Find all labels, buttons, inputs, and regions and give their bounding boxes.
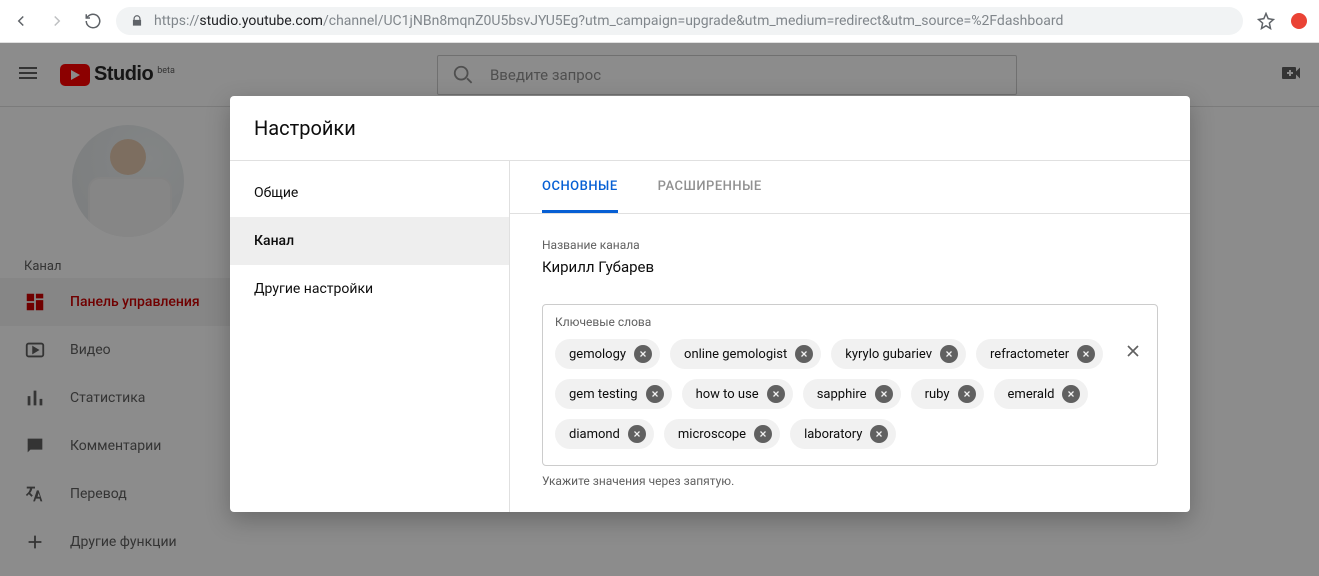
keyword-chip: emerald xyxy=(994,379,1089,409)
remove-chip-icon[interactable] xyxy=(767,385,785,403)
keyword-chip: microscope xyxy=(664,419,780,449)
keyword-chip-label: kyrylo gubariev xyxy=(845,347,932,362)
browser-toolbar: https://studio.youtube.com/channel/UC1jN… xyxy=(0,0,1319,43)
remove-chip-icon[interactable] xyxy=(754,425,772,443)
channel-name-label: Название канала xyxy=(542,238,1158,252)
keyword-chip: diamond xyxy=(555,419,654,449)
keyword-chip: gem testing xyxy=(555,379,672,409)
address-bar[interactable]: https://studio.youtube.com/channel/UC1jN… xyxy=(116,7,1243,35)
keyword-chip-label: emerald xyxy=(1008,387,1055,402)
remove-chip-icon[interactable] xyxy=(958,385,976,403)
keywords-helper: Укажите значения через запятую. xyxy=(542,474,1158,488)
keyword-chip-label: diamond xyxy=(569,427,620,442)
remove-chip-icon[interactable] xyxy=(875,385,893,403)
keyword-chip-label: gem testing xyxy=(569,387,638,402)
keyword-chip-label: ruby xyxy=(925,387,950,402)
keyword-chip-label: sapphire xyxy=(817,387,867,402)
channel-name-value: Кирилл Губарев xyxy=(542,258,1158,276)
forward-icon[interactable] xyxy=(48,12,66,30)
keywords-label: Ключевые слова xyxy=(555,315,1145,329)
modal-side-channel[interactable]: Канал xyxy=(230,217,509,265)
tabs: ОСНОВНЫЕ РАСШИРЕННЫЕ xyxy=(510,161,1190,214)
keywords-chips: gemology online gemologist kyrylo gubariev… xyxy=(555,339,1145,449)
modal-side-general[interactable]: Общие xyxy=(230,169,509,217)
url-text: https://studio.youtube.com/channel/UC1jN… xyxy=(154,13,1229,29)
remove-chip-icon[interactable] xyxy=(646,385,664,403)
remove-chip-icon[interactable] xyxy=(634,345,652,363)
keyword-chip: kyrylo gubariev xyxy=(831,339,966,369)
keyword-chip: ruby xyxy=(911,379,984,409)
remove-chip-icon[interactable] xyxy=(628,425,646,443)
keyword-chip-label: gemology xyxy=(569,347,626,362)
keyword-chip: how to use xyxy=(682,379,793,409)
toolbar-right xyxy=(1257,12,1307,30)
tab-basic[interactable]: ОСНОВНЫЕ xyxy=(542,161,618,213)
keyword-chip-label: microscope xyxy=(678,427,746,442)
keyword-chip: gemology xyxy=(555,339,660,369)
modal-sidebar: Общие Канал Другие настройки xyxy=(230,161,510,512)
keyword-chip-label: refractometer xyxy=(990,347,1069,362)
remove-chip-icon[interactable] xyxy=(870,425,888,443)
keyword-chip: sapphire xyxy=(803,379,901,409)
modal-main: ОСНОВНЫЕ РАСШИРЕННЫЕ Название канала Кир… xyxy=(510,161,1190,512)
tab-advanced[interactable]: РАСШИРЕННЫЕ xyxy=(658,161,762,213)
extension-icon[interactable] xyxy=(1291,13,1307,29)
modal-side-other[interactable]: Другие настройки xyxy=(230,265,509,313)
modal-title: Настройки xyxy=(230,96,1190,161)
remove-chip-icon[interactable] xyxy=(1077,345,1095,363)
lock-icon xyxy=(130,14,144,28)
keyword-chip: online gemologist xyxy=(670,339,821,369)
settings-modal: Настройки Общие Канал Другие настройки О… xyxy=(230,96,1190,512)
clear-keywords-icon[interactable] xyxy=(1123,341,1143,361)
keyword-chip-label: how to use xyxy=(696,387,759,402)
remove-chip-icon[interactable] xyxy=(940,345,958,363)
remove-chip-icon[interactable] xyxy=(795,345,813,363)
keyword-chip: refractometer xyxy=(976,339,1103,369)
keyword-chip-label: online gemologist xyxy=(684,347,787,362)
nav-buttons xyxy=(12,12,102,30)
remove-chip-icon[interactable] xyxy=(1062,385,1080,403)
back-icon[interactable] xyxy=(12,12,30,30)
bookmark-star-icon[interactable] xyxy=(1257,12,1275,30)
reload-icon[interactable] xyxy=(84,12,102,30)
keywords-field[interactable]: Ключевые слова gemology online gemologist… xyxy=(542,304,1158,466)
keyword-chip: laboratory xyxy=(790,419,896,449)
keyword-chip-label: laboratory xyxy=(804,427,862,442)
